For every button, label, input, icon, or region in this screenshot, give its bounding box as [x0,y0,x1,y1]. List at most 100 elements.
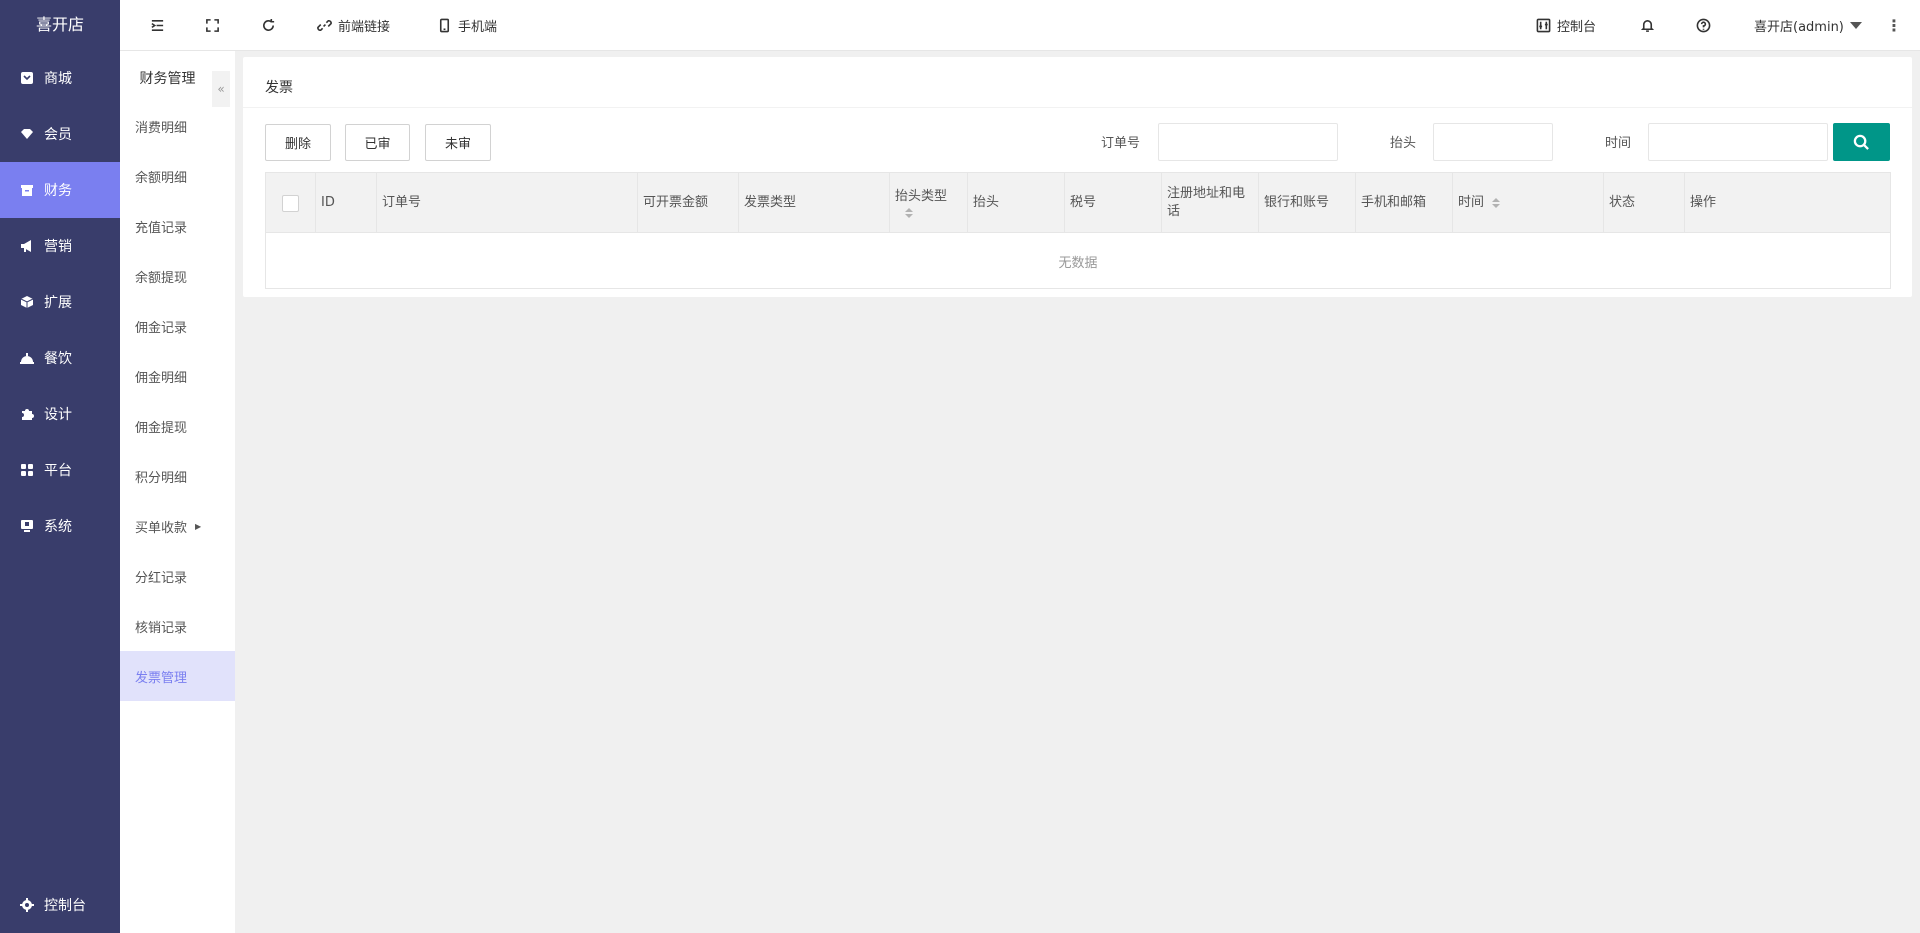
caret-right-icon: ▶ [195,521,202,531]
frontend-link-label: 前端链接 [338,19,391,35]
subnav-item-expandable[interactable]: 买单收款 ▶ [120,501,235,551]
subnav-item[interactable]: 佣金明细 [120,351,235,401]
sidebar-item-design[interactable]: 设计 [0,386,120,442]
subnav-item-invoice[interactable]: 发票管理 [120,651,235,701]
subnav-item[interactable]: 佣金提现 [120,401,235,451]
table-header: ID 订单号 可开票金额 发票类型 抬头类型 抬头 税号 注册地址和电话 银行和… [266,173,1890,233]
col-id: ID [316,173,377,233]
order-no-label: 订单号 [1101,136,1141,151]
invoice-card: 发票 删除 已审 未审 订单号 抬头 时间 ID 订单号 可开票金额 发票类型 … [243,57,1912,297]
app-logo[interactable]: 喜开店 [0,0,120,50]
col-bank-account: 银行和账号 [1259,173,1356,233]
subnav-item[interactable]: 核销记录 [120,601,235,651]
top-header: 前端链接 手机端 控制台 喜开店(admin) ⋮ [120,0,1920,51]
approved-button[interactable]: 已审 [345,124,410,161]
indent-icon [151,19,164,31]
notification-button[interactable] [1640,0,1655,50]
page-title: 发票 [265,80,293,96]
subnav-item[interactable]: 充值记录 [120,201,235,251]
user-menu[interactable]: 喜开店(admin) [1754,0,1862,50]
refresh-icon [263,18,275,31]
gear-icon [20,898,34,912]
sidebar-item-finance[interactable]: 财务 [0,162,120,218]
col-title-type-label: 抬头类型 [895,189,948,204]
order-no-input[interactable] [1158,123,1338,161]
col-order-no: 订单号 [377,173,638,233]
sidebar-item-member[interactable]: 会员 [0,106,120,162]
title-filter-input[interactable] [1433,123,1553,161]
col-address-phone: 注册地址和电话 [1162,173,1259,233]
sidebar-item-label: 财务 [44,183,72,199]
sidebar-item-label: 营销 [44,239,72,255]
mobile-icon [439,18,450,32]
subnav-item[interactable]: 消费明细 [120,101,235,151]
shop-icon [20,71,34,85]
bell-icon [1640,19,1655,32]
console-button[interactable]: 控制台 [1536,0,1596,50]
time-filter-label: 时间 [1605,136,1632,151]
subnav-item[interactable]: 积分明细 [120,451,235,501]
sidebar-item-label: 会员 [44,127,72,143]
title-filter-label: 抬头 [1390,136,1417,151]
sidebar-item-shop[interactable]: 商城 [0,50,120,106]
cube-icon [20,295,34,309]
puzzle-icon [20,407,34,421]
subnav-item[interactable]: 余额明细 [120,151,235,201]
sidebar-item-label: 平台 [44,463,72,479]
monitor-icon [20,519,34,533]
sidebar-item-dining[interactable]: 餐饮 [0,330,120,386]
sidebar-item-label: 餐饮 [44,351,72,367]
subnav-item[interactable]: 余额提现 [120,251,235,301]
help-icon [1696,18,1711,32]
sidebar-item-console[interactable]: 控制台 [0,877,120,933]
select-all-cell [266,173,316,233]
sidebar-item-label: 商城 [44,71,72,87]
select-all-checkbox[interactable] [282,194,299,212]
refresh-button[interactable] [261,0,276,50]
link-icon [317,19,332,31]
frontend-link-button[interactable]: 前端链接 [317,0,390,50]
sidebar-item-label: 扩展 [44,295,72,311]
col-tax-no: 税号 [1065,173,1162,233]
empty-state: 无数据 [1058,255,1098,271]
dining-icon [20,351,34,365]
col-phone-email: 手机和邮箱 [1356,173,1453,233]
subnav-title: 财务管理 [139,71,196,87]
invoice-table: ID 订单号 可开票金额 发票类型 抬头类型 抬头 税号 注册地址和电话 银行和… [265,172,1891,289]
console-label: 控制台 [1557,19,1597,35]
unapproved-button[interactable]: 未审 [425,124,491,161]
subnav-item[interactable]: 佣金记录 [120,301,235,351]
subnav-item-label: 买单收款 [135,520,188,536]
sort-icon[interactable] [905,208,947,218]
mobile-label: 手机端 [458,19,498,35]
help-button[interactable] [1696,0,1711,50]
col-time[interactable]: 时间 [1453,173,1604,233]
delete-button[interactable]: 删除 [265,124,331,161]
console-icon [1536,18,1551,32]
fullscreen-icon [206,18,219,32]
sidebar-item-label: 系统 [44,519,72,535]
more-vertical-icon[interactable]: ⋮ [1886,0,1902,50]
search-button[interactable] [1833,123,1890,161]
grid-icon [20,463,34,477]
sort-icon[interactable] [1492,198,1501,208]
sub-sidebar: 财务管理 « 消费明细 余额明细 充值记录 余额提现 佣金记录 佣金明细 佣金提… [120,51,235,933]
sidebar-item-platform[interactable]: 平台 [0,442,120,498]
sidebar-item-extend[interactable]: 扩展 [0,274,120,330]
sidebar-item-system[interactable]: 系统 [0,498,120,554]
fullscreen-button[interactable] [205,0,220,50]
col-address-phone-label: 注册地址和电话 [1167,186,1246,219]
col-invoice-type: 发票类型 [739,173,890,233]
sidebar-item-label: 控制台 [44,898,86,914]
chevron-down-icon [1849,21,1862,29]
mobile-button[interactable]: 手机端 [437,0,497,50]
col-time-label: 时间 [1458,195,1485,210]
time-filter-input[interactable] [1648,123,1828,161]
sidebar-item-marketing[interactable]: 营销 [0,218,120,274]
col-title-type[interactable]: 抬头类型 [890,173,968,233]
menu-toggle-button[interactable] [150,0,165,50]
col-actions: 操作 [1690,195,1717,210]
subnav-item[interactable]: 分红记录 [120,551,235,601]
col-title: 抬头 [968,173,1065,233]
user-name: 喜开店(admin) [1754,19,1844,35]
